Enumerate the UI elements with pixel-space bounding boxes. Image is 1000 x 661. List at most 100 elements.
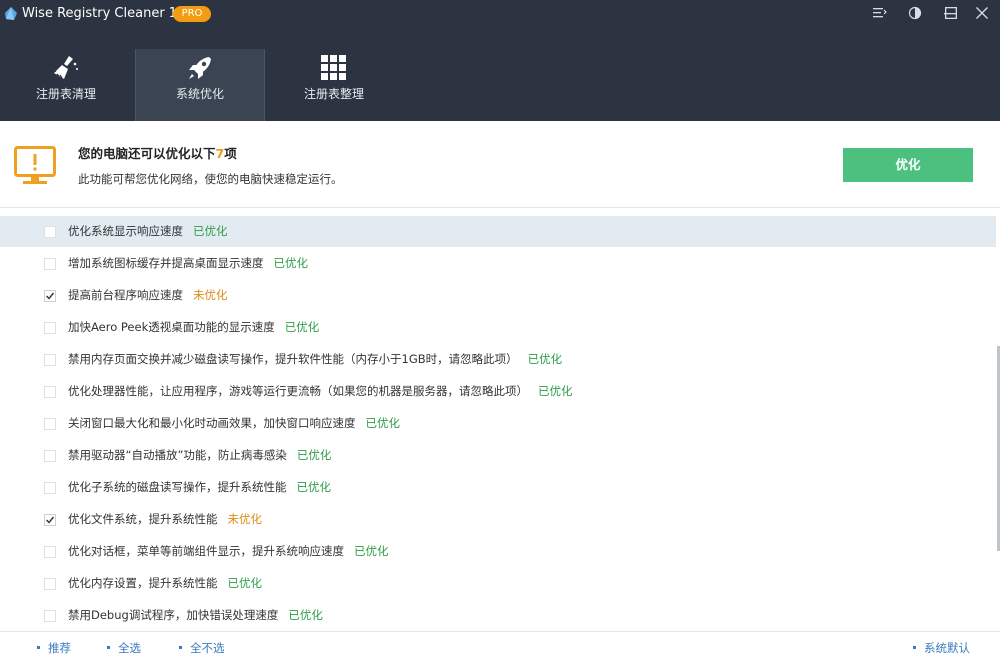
- item-label: 加快Aero Peek透视桌面功能的显示速度: [68, 320, 275, 334]
- optimize-count: 7: [215, 146, 225, 161]
- list-item[interactable]: 提高前台程序响应速度 未优化: [0, 280, 996, 311]
- list-item[interactable]: 禁用内存页面交换并减少磁盘读写操作，提升软件性能（内存小于1GB时，请忽略此项）…: [0, 344, 996, 375]
- list-item[interactable]: 优化处理器性能，让应用程序，游戏等运行更流畅（如果您的机器是服务器，请忽略此项）…: [0, 376, 996, 407]
- item-checkbox[interactable]: [44, 514, 56, 526]
- tab-system-optimize[interactable]: 系统优化: [135, 49, 265, 121]
- list-item[interactable]: 加快Aero Peek透视桌面功能的显示速度 已优化: [0, 312, 996, 343]
- banner-title-prefix: 您的电脑还可以优化以下: [78, 146, 216, 161]
- item-status: 已优化: [296, 480, 332, 494]
- list-item[interactable]: 禁用Debug调试程序，加快错误处理速度 已优化: [0, 600, 996, 631]
- recommend-link[interactable]: 推荐: [37, 641, 71, 655]
- item-label-group: 提高前台程序响应速度 未优化: [68, 288, 228, 303]
- title-bar: Wise Registry Cleaner 11 PRO: [0, 0, 1000, 28]
- item-status: 已优化: [354, 544, 389, 558]
- footer-bar: 推荐 全选 全不选 系统默认: [0, 631, 1000, 661]
- item-status: 已优化: [538, 384, 573, 398]
- item-label: 优化子系统的磁盘读写操作，提升系统性能: [68, 480, 287, 494]
- checkmark-icon: [46, 292, 55, 300]
- list-item[interactable]: 优化系统显示响应速度 已优化: [0, 216, 996, 247]
- theme-button[interactable]: [897, 0, 933, 26]
- item-label: 优化对话框，菜单等前端组件显示，提升系统响应速度: [68, 544, 344, 558]
- summary-banner: 您的电脑还可以优化以下7项 此功能可帮您优化网络，使您的电脑快速稳定运行。 优化: [0, 121, 1000, 208]
- bullet-icon: [37, 646, 40, 649]
- item-checkbox[interactable]: [44, 386, 56, 398]
- item-status: 已优化: [193, 224, 228, 238]
- item-label: 禁用驱动器“自动播放”功能，防止病毒感染: [68, 448, 287, 462]
- select-all-label: 全选: [118, 641, 141, 655]
- tab-label: 注册表整理: [303, 87, 364, 101]
- item-label: 优化内存设置，提升系统性能: [68, 576, 218, 590]
- list-item[interactable]: 关闭窗口最大化和最小化时动画效果，加快窗口响应速度 已优化: [0, 408, 996, 439]
- tab-label: 系统优化: [175, 87, 224, 101]
- tab-label: 注册表清理: [35, 87, 96, 101]
- select-all-link[interactable]: 全选: [107, 641, 141, 655]
- item-checkbox[interactable]: [44, 610, 56, 622]
- tab-registry-defrag[interactable]: 注册表整理: [269, 49, 399, 121]
- item-label-group: 优化对话框，菜单等前端组件显示，提升系统响应速度 已优化: [68, 544, 389, 559]
- item-checkbox[interactable]: [44, 418, 56, 430]
- close-button[interactable]: [964, 0, 1000, 26]
- list-item[interactable]: 优化内存设置，提升系统性能 已优化: [0, 568, 996, 599]
- item-checkbox[interactable]: [44, 450, 56, 462]
- list-item[interactable]: 优化对话框，菜单等前端组件显示，提升系统响应速度 已优化: [0, 536, 996, 567]
- system-default-link[interactable]: 系统默认: [913, 641, 970, 655]
- item-label-group: 增加系统图标缓存并提高桌面显示速度 已优化: [68, 256, 308, 271]
- item-label-group: 优化处理器性能，让应用程序，游戏等运行更流畅（如果您的机器是服务器，请忽略此项）…: [68, 384, 573, 399]
- select-none-label: 全不选: [190, 641, 225, 655]
- item-checkbox[interactable]: [44, 354, 56, 366]
- app-logo-icon: [5, 7, 17, 20]
- banner-subtitle: 此功能可帮您优化网络，使您的电脑快速稳定运行。: [78, 172, 343, 186]
- item-status: 已优化: [365, 416, 401, 430]
- maximize-icon: [945, 7, 957, 19]
- list-item[interactable]: 增加系统图标缓存并提高桌面显示速度 已优化: [0, 248, 996, 279]
- select-none-link[interactable]: 全不选: [179, 641, 225, 655]
- item-status: 已优化: [227, 576, 263, 590]
- item-label-group: 禁用驱动器“自动播放”功能，防止病毒感染 已优化: [68, 448, 331, 463]
- item-checkbox[interactable]: [44, 578, 56, 590]
- banner-title: 您的电脑还可以优化以下7项: [78, 143, 237, 162]
- list-item[interactable]: 优化子系统的磁盘读写操作，提升系统性能 已优化: [0, 472, 996, 503]
- item-status: 已优化: [288, 608, 323, 622]
- bullet-icon: [107, 646, 110, 649]
- item-checkbox[interactable]: [44, 482, 56, 494]
- app-header: Wise Registry Cleaner 11 PRO 注册表清理 系统优化 …: [0, 0, 1000, 121]
- recommend-label: 推荐: [48, 641, 71, 655]
- item-label: 禁用内存页面交换并减少磁盘读写操作，提升软件性能（内存小于1GB时，请忽略此项）: [68, 352, 518, 366]
- item-label-group: 优化内存设置，提升系统性能 已优化: [68, 576, 262, 591]
- item-checkbox[interactable]: [44, 290, 56, 302]
- app-title: Wise Registry Cleaner 11: [22, 6, 186, 21]
- item-label: 优化系统显示响应速度: [68, 224, 183, 238]
- broom-icon: [53, 56, 78, 79]
- optimize-button[interactable]: 优化: [843, 148, 973, 182]
- item-status: 已优化: [273, 256, 309, 270]
- menu-icon: [873, 8, 887, 18]
- menu-button[interactable]: [862, 0, 898, 26]
- checkmark-icon: [46, 516, 55, 524]
- item-label: 禁用Debug调试程序，加快错误处理速度: [68, 608, 279, 622]
- list-item[interactable]: 优化文件系统，提升系统性能 未优化: [0, 504, 996, 535]
- system-default-label: 系统默认: [924, 641, 970, 655]
- item-checkbox[interactable]: [44, 322, 56, 334]
- tab-registry-cleaner[interactable]: 注册表清理: [1, 49, 131, 121]
- banner-title-suffix: 项: [224, 146, 237, 161]
- item-label-group: 优化文件系统，提升系统性能 未优化: [68, 512, 262, 527]
- item-checkbox[interactable]: [44, 546, 56, 558]
- item-label: 提高前台程序响应速度: [68, 288, 183, 302]
- item-checkbox[interactable]: [44, 226, 56, 238]
- list-item[interactable]: 禁用驱动器“自动播放”功能，防止病毒感染 已优化: [0, 440, 996, 471]
- item-label: 增加系统图标缓存并提高桌面显示速度: [68, 256, 264, 270]
- rocket-icon: [189, 57, 211, 79]
- item-label: 关闭窗口最大化和最小化时动画效果，加快窗口响应速度: [68, 416, 356, 430]
- item-label-group: 禁用内存页面交换并减少磁盘读写操作，提升软件性能（内存小于1GB时，请忽略此项）…: [68, 352, 562, 367]
- bullet-icon: [179, 646, 182, 649]
- item-checkbox[interactable]: [44, 258, 56, 270]
- item-status: 已优化: [284, 320, 320, 334]
- item-label: 优化文件系统，提升系统性能: [68, 512, 218, 526]
- close-icon: [976, 7, 988, 19]
- item-label-group: 优化子系统的磁盘读写操作，提升系统性能 已优化: [68, 480, 331, 495]
- item-status: 已优化: [527, 352, 563, 366]
- theme-icon: [908, 6, 922, 20]
- bullet-icon: [913, 646, 916, 649]
- maximize-button-icon-holder[interactable]: [933, 0, 969, 26]
- item-status: 未优化: [193, 288, 228, 302]
